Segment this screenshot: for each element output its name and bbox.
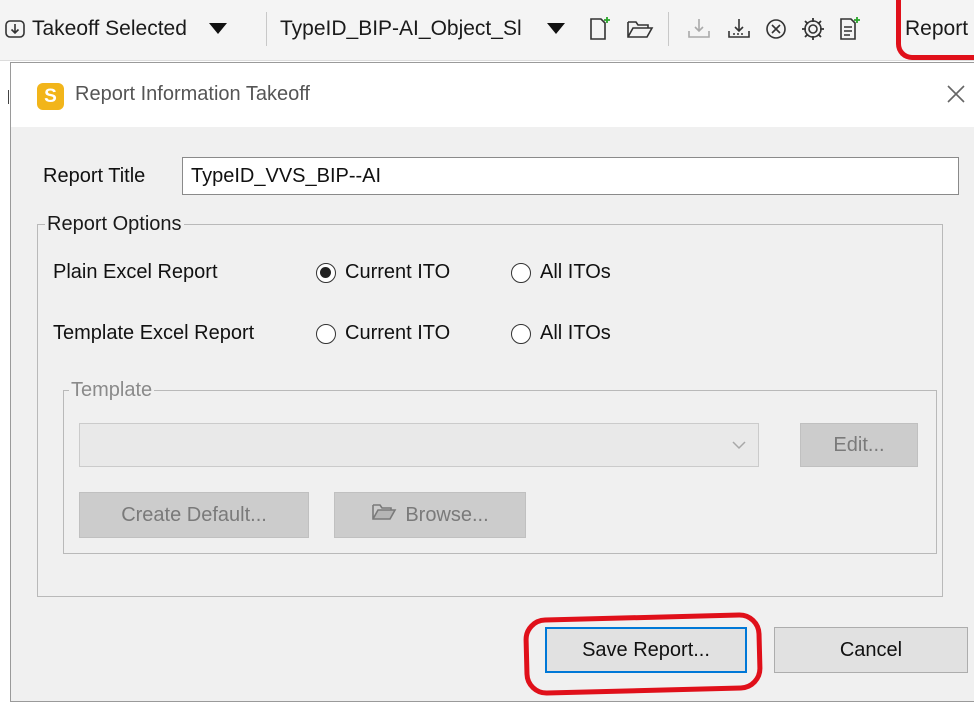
report-title-input[interactable] — [182, 157, 959, 195]
toolbar-separator — [668, 12, 669, 46]
chevron-down-icon — [730, 436, 748, 459]
takeoff-selected-button[interactable]: Takeoff Selected — [32, 14, 187, 44]
import-icon[interactable] — [686, 14, 712, 44]
type-selector[interactable]: TypeID_BIP-AI_Object_Sl — [280, 14, 522, 44]
radio-checked-icon — [316, 262, 336, 283]
annotation-highlight-report — [896, 0, 974, 60]
radio-unchecked-icon — [511, 323, 531, 344]
plain-all-itos-radio[interactable]: All ITOs — [511, 261, 611, 284]
radio-label: Current ITO — [345, 322, 451, 344]
takeoff-selected-icon[interactable] — [4, 14, 26, 44]
toolbar-separator — [266, 12, 267, 46]
stray-mark — [8, 90, 9, 104]
cancel-button[interactable]: Cancel — [774, 627, 968, 673]
clear-icon[interactable] — [764, 14, 788, 44]
plain-current-ito-radio[interactable]: Current ITO — [316, 261, 450, 284]
report-options-legend: Report Options — [45, 213, 184, 236]
report-icon[interactable] — [838, 14, 862, 44]
radio-label: All ITOs — [540, 261, 611, 283]
radio-label: All ITOs — [540, 322, 611, 344]
gear-icon[interactable] — [800, 14, 826, 44]
template-all-itos-radio[interactable]: All ITOs — [511, 322, 611, 345]
browse-label: Browse... — [405, 503, 489, 526]
edit-button[interactable]: Edit... — [800, 423, 918, 467]
template-current-ito-radio[interactable]: Current ITO — [316, 322, 450, 345]
radio-unchecked-icon — [511, 262, 531, 283]
report-information-dialog: S Report Information Takeoff Report Titl… — [10, 62, 974, 702]
plain-excel-label: Plain Excel Report — [53, 261, 218, 283]
toolbar: Takeoff Selected TypeID_BIP-AI_Object_Sl — [0, 0, 974, 61]
template-legend: Template — [69, 379, 155, 402]
type-selector-dropdown-arrow[interactable] — [546, 14, 566, 44]
create-default-button[interactable]: Create Default... — [79, 492, 309, 538]
close-icon[interactable] — [941, 79, 971, 109]
open-folder-icon[interactable] — [626, 14, 654, 44]
dialog-titlebar[interactable]: S Report Information Takeoff — [11, 63, 974, 127]
app-logo-icon: S — [37, 83, 64, 110]
export-icon[interactable] — [726, 14, 752, 44]
folder-icon — [371, 502, 397, 528]
radio-unchecked-icon — [316, 323, 336, 344]
dialog-title: Report Information Takeoff — [75, 83, 310, 105]
browse-button[interactable]: Browse... — [334, 492, 526, 538]
report-title-label: Report Title — [43, 165, 146, 187]
takeoff-dropdown-arrow[interactable] — [208, 14, 228, 44]
radio-label: Current ITO — [345, 261, 451, 283]
annotation-highlight-save — [523, 611, 763, 697]
new-file-icon[interactable] — [588, 14, 612, 44]
template-select[interactable] — [79, 423, 759, 467]
template-excel-label: Template Excel Report — [53, 322, 255, 344]
